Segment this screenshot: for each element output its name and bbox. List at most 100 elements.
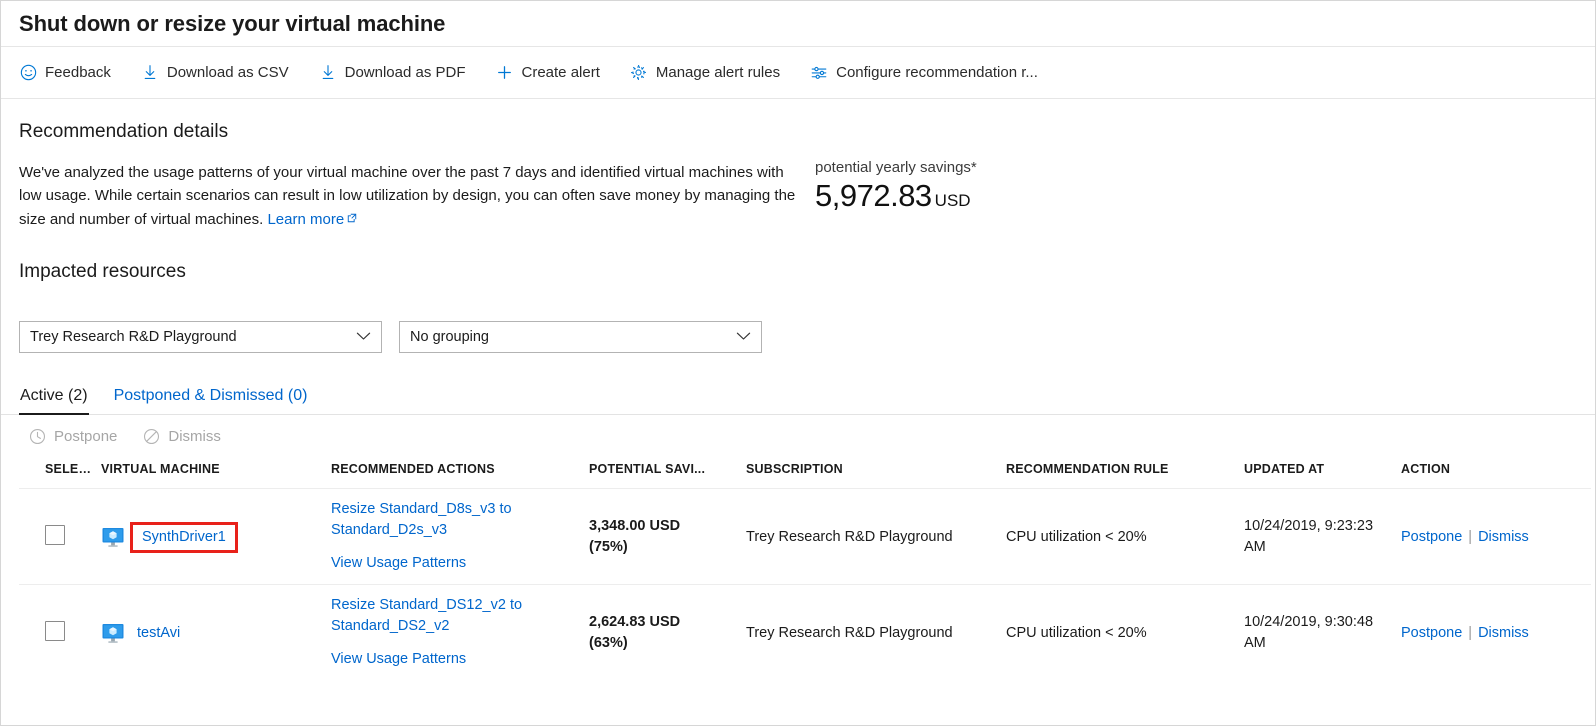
manage-alert-rules-label: Manage alert rules <box>656 64 780 81</box>
row-subscription-cell: Trey Research R&D Playground <box>746 489 1006 585</box>
row-action-links: Postpone | Dismiss <box>1401 529 1529 545</box>
column-header-subscription: SUBSCRIPTION <box>746 458 1006 489</box>
row-command-bar: Postpone Dismiss <box>1 415 1595 458</box>
row-dismiss-link[interactable]: Dismiss <box>1478 625 1529 641</box>
column-header-action: ACTION <box>1401 458 1591 489</box>
download-csv-button[interactable]: Download as CSV <box>141 60 303 86</box>
azure-advisor-recommendation-page: Shut down or resize your virtual machine… <box>0 0 1596 726</box>
grouping-filter-value: No grouping <box>410 329 489 345</box>
view-usage-patterns-link[interactable]: View Usage Patterns <box>331 649 581 670</box>
row-recommendation-rule-cell: CPU utilization < 20% <box>1006 489 1244 585</box>
resize-action-link[interactable]: Resize Standard_DS12_v2 to Standard_DS2_… <box>331 597 522 634</box>
row-recommended-actions-cell: Resize Standard_DS12_v2 to Standard_DS2_… <box>331 585 589 681</box>
resize-action-link[interactable]: Resize Standard_D8s_v3 to Standard_D2s_v… <box>331 501 512 538</box>
command-toolbar: Feedback Download as CSV Download as <box>1 47 1595 99</box>
create-alert-button[interactable]: Create alert <box>496 60 614 86</box>
page-title: Shut down or resize your virtual machine <box>19 11 445 37</box>
column-header-recommended-actions: RECOMMENDED ACTIONS <box>331 458 589 489</box>
row-select-cell <box>19 489 101 585</box>
learn-more-link[interactable]: Learn more <box>267 211 344 228</box>
vm-cell-content: SynthDriver1 <box>101 525 323 549</box>
column-header-recommendation-rule: RECOMMENDATION RULE <box>1006 458 1244 489</box>
tab-postponed-dismissed[interactable]: Postponed & Dismissed (0) <box>113 387 309 414</box>
savings-percent: (75%) <box>589 537 738 558</box>
external-link-icon <box>347 207 357 230</box>
subscription-filter-value: Trey Research R&D Playground <box>30 329 237 345</box>
manage-alert-rules-button[interactable]: Manage alert rules <box>630 60 794 86</box>
updated-at-value: 10/24/2019, 9:23:23 AM <box>1244 516 1393 558</box>
table-header-row: SELECT VIRTUAL MACHINE RECOMMENDED ACTIO… <box>19 458 1591 489</box>
dismiss-bulk-button[interactable]: Dismiss <box>143 428 221 445</box>
potential-savings-amount: 5,972.83 <box>815 178 932 213</box>
configure-recommendation-rules-label: Configure recommendation r... <box>836 64 1038 81</box>
row-select-checkbox[interactable] <box>45 621 65 641</box>
plus-icon <box>496 64 514 82</box>
postpone-bulk-button[interactable]: Postpone <box>29 428 117 445</box>
potential-savings-label: potential yearly savings* <box>815 159 977 176</box>
clock-icon <box>29 428 46 445</box>
tab-active[interactable]: Active (2) <box>19 387 89 414</box>
feedback-label: Feedback <box>45 64 111 81</box>
row-updated-at-cell: 10/24/2019, 9:30:48 AM <box>1244 585 1401 681</box>
recommendation-description: We've analyzed the usage patterns of you… <box>19 161 809 231</box>
row-recommendation-rule-cell: CPU utilization < 20% <box>1006 585 1244 681</box>
table-row: testAvi Resize Standard_DS12_v2 to Stand… <box>19 585 1591 681</box>
row-potential-savings-cell: 3,348.00 USD (75%) <box>589 489 746 585</box>
action-separator: | <box>1468 625 1472 641</box>
download-pdf-label: Download as PDF <box>345 64 466 81</box>
grouping-filter-dropdown[interactable]: No grouping <box>399 321 762 353</box>
updated-at-value: 10/24/2019, 9:30:48 AM <box>1244 612 1393 654</box>
feedback-button[interactable]: Feedback <box>19 60 125 86</box>
row-action-cell: Postpone | Dismiss <box>1401 585 1591 681</box>
column-header-updated-at: UPDATED AT <box>1244 458 1401 489</box>
vm-cell-content: testAvi <box>101 621 323 645</box>
page-header: Shut down or resize your virtual machine <box>1 1 1595 47</box>
recommendation-description-text: We've analyzed the usage patterns of you… <box>19 164 795 228</box>
savings-percent: (63%) <box>589 633 738 654</box>
download-csv-label: Download as CSV <box>167 64 289 81</box>
potential-savings-currency: USD <box>935 191 971 210</box>
chevron-down-icon <box>736 329 751 345</box>
resource-tabs: Active (2) Postponed & Dismissed (0) <box>1 387 1595 415</box>
chevron-down-icon <box>356 329 371 345</box>
row-postpone-link[interactable]: Postpone <box>1401 529 1462 545</box>
postpone-bulk-label: Postpone <box>54 428 117 445</box>
virtual-machine-icon <box>101 621 125 645</box>
column-header-select: SELECT <box>19 458 101 489</box>
configure-recommendation-rules-button[interactable]: Configure recommendation r... <box>810 60 1052 86</box>
row-select-cell <box>19 585 101 681</box>
view-usage-patterns-link[interactable]: View Usage Patterns <box>331 553 581 574</box>
subscription-filter-dropdown[interactable]: Trey Research R&D Playground <box>19 321 382 353</box>
vm-name-link[interactable]: SynthDriver1 <box>133 525 235 550</box>
recommendation-details-section: Recommendation details We've analyzed th… <box>1 99 1595 231</box>
row-select-checkbox[interactable] <box>45 525 65 545</box>
table-row: SynthDriver1 Resize Standard_D8s_v3 to S… <box>19 489 1591 585</box>
impacted-resources-table-wrap: SELECT VIRTUAL MACHINE RECOMMENDED ACTIO… <box>1 458 1595 680</box>
row-postpone-link[interactable]: Postpone <box>1401 625 1462 641</box>
row-virtual-machine-cell: SynthDriver1 <box>101 489 331 585</box>
vm-name-link[interactable]: testAvi <box>137 625 180 641</box>
download-icon <box>141 64 159 82</box>
create-alert-label: Create alert <box>522 64 600 81</box>
row-dismiss-link[interactable]: Dismiss <box>1478 529 1529 545</box>
virtual-machine-icon <box>101 525 125 549</box>
savings-amount: 3,348.00 USD <box>589 516 738 537</box>
recommendation-details-heading: Recommendation details <box>19 121 1577 143</box>
block-icon <box>143 428 160 445</box>
column-header-potential-savings: POTENTIAL SAVI... <box>589 458 746 489</box>
column-header-virtual-machine: VIRTUAL MACHINE <box>101 458 331 489</box>
row-potential-savings-cell: 2,624.83 USD (63%) <box>589 585 746 681</box>
row-updated-at-cell: 10/24/2019, 9:23:23 AM <box>1244 489 1401 585</box>
filter-row: Trey Research R&D Playground No grouping <box>19 321 1577 353</box>
dismiss-bulk-label: Dismiss <box>168 428 221 445</box>
row-action-cell: Postpone | Dismiss <box>1401 489 1591 585</box>
download-pdf-button[interactable]: Download as PDF <box>319 60 480 86</box>
smiley-icon <box>19 64 37 82</box>
row-subscription-cell: Trey Research R&D Playground <box>746 585 1006 681</box>
download-icon <box>319 64 337 82</box>
potential-savings-panel: potential yearly savings* 5,972.83USD <box>815 159 977 214</box>
action-separator: | <box>1468 529 1472 545</box>
row-recommended-actions-cell: Resize Standard_D8s_v3 to Standard_D2s_v… <box>331 489 589 585</box>
impacted-resources-table: SELECT VIRTUAL MACHINE RECOMMENDED ACTIO… <box>19 458 1591 680</box>
impacted-resources-section: Impacted resources Trey Research R&D Pla… <box>1 231 1595 353</box>
